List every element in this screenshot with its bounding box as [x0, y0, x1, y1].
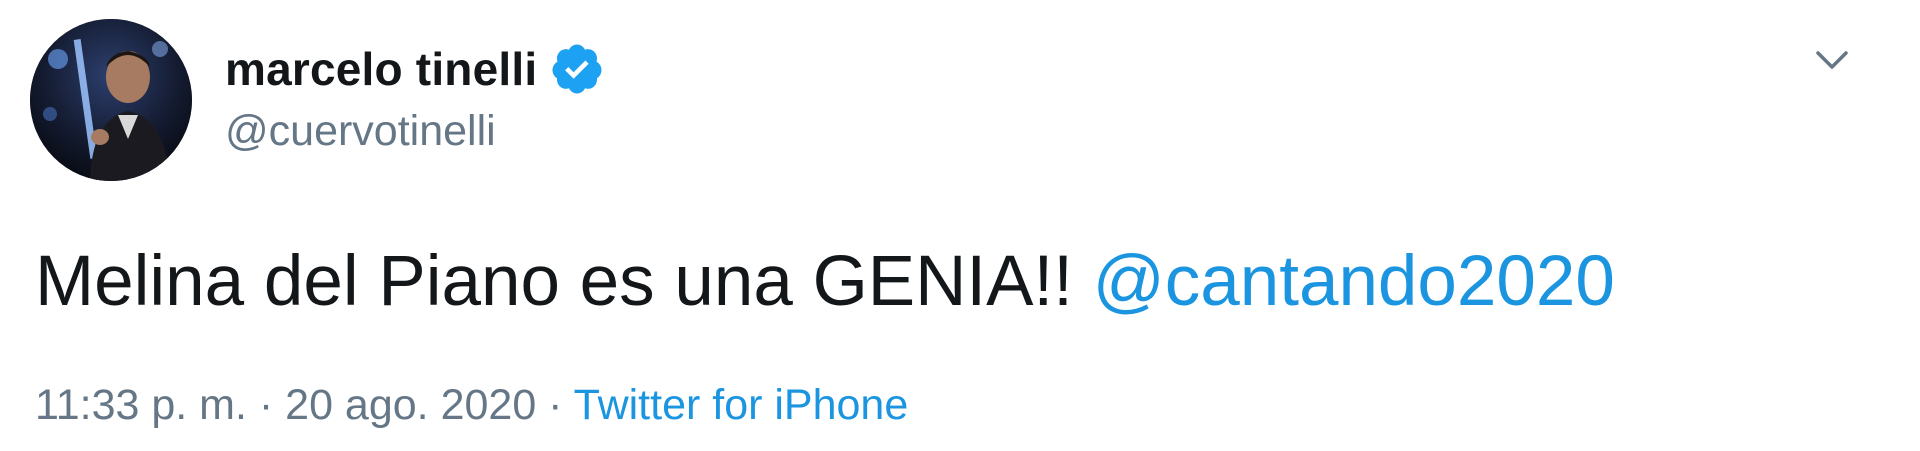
- tweet-source-link[interactable]: Twitter for iPhone: [574, 381, 909, 429]
- tweet-card: marcelo tinelli @cuervotinelli Melina de…: [0, 0, 1920, 451]
- meta-separator: ·: [246, 381, 286, 429]
- tweet-time[interactable]: 11:33 p. m.: [35, 381, 247, 429]
- tweet-text-content: Melina del Piano es una GENIA!!: [35, 242, 1093, 321]
- avatar[interactable]: [30, 19, 192, 181]
- tweet-date[interactable]: 20 ago. 2020: [285, 381, 536, 429]
- avatar-photo: [30, 19, 192, 181]
- chevron-down-icon: [1816, 51, 1848, 69]
- name-row: marcelo tinelli: [225, 37, 605, 101]
- mention-link[interactable]: @cantando2020: [1093, 242, 1615, 321]
- author-handle[interactable]: @cuervotinelli: [225, 107, 605, 156]
- tweet-text: Melina del Piano es una GENIA!! @cantand…: [35, 236, 1615, 328]
- tweet-meta: 11:33 p. m. · 20 ago. 2020 · Twitter for…: [35, 378, 908, 432]
- verified-badge-icon: [549, 41, 605, 97]
- tweet-menu-button[interactable]: [1812, 45, 1852, 75]
- meta-separator-2: ·: [536, 381, 574, 429]
- author-display-name[interactable]: marcelo tinelli: [225, 42, 537, 96]
- author-identity: marcelo tinelli @cuervotinelli: [225, 37, 605, 156]
